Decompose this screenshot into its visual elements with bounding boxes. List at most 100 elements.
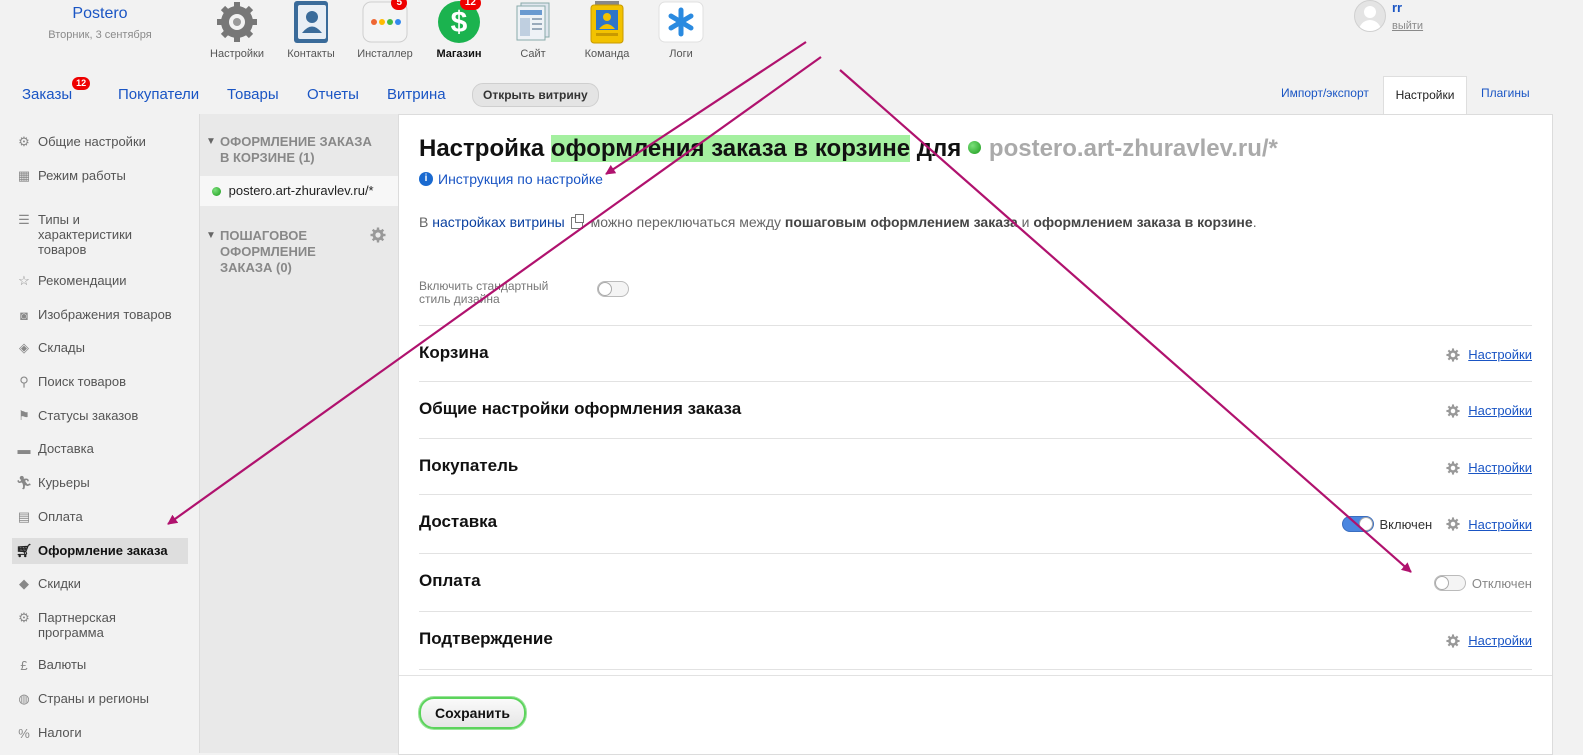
orders-badge: 12: [72, 77, 91, 90]
shop-badge: 12: [459, 0, 481, 10]
gear-icon: [1446, 633, 1460, 648]
truck-icon: ▬: [17, 441, 31, 457]
user-name[interactable]: rr: [1392, 0, 1423, 15]
status-dot-icon: [967, 141, 981, 155]
app-team[interactable]: Команда: [570, 0, 644, 60]
user-menu: rr выйти: [1354, 0, 1423, 32]
site-item-label: postero.art-zhuravlev.ru/*: [228, 183, 374, 198]
group-cart-checkout[interactable]: ▼ ОФОРМЛЕНИЕ ЗАКАЗА В КОРЗИНЕ (1): [206, 134, 380, 166]
sidebar-item-label: Рекомендации: [38, 273, 127, 288]
courier-icon: 🏃︎: [15, 475, 33, 490]
status-dot-icon: [212, 187, 221, 197]
sidebar-item-schedule[interactable]: ▦ Режим работы: [16, 168, 188, 184]
sidebar-item-affiliate[interactable]: ⚙ Партнерская программа: [16, 610, 188, 640]
settings-sidebar: ⚙ Общие настройки ▦ Режим работы ☰ Типы и х…: [0, 114, 198, 753]
page-title: Настройка оформления заказа в корзине дл…: [419, 135, 1278, 163]
nav-products[interactable]: Товары: [227, 86, 279, 103]
logout-link[interactable]: выйти: [1392, 20, 1423, 32]
sidebar-item-order-statuses[interactable]: ⚑ Статусы заказов: [16, 408, 188, 424]
logs-icon: [657, 0, 705, 44]
section-settings-link[interactable]: Настройки: [1468, 403, 1532, 418]
money-icon: ▤: [17, 509, 31, 524]
app-settings[interactable]: Настройки: [200, 0, 274, 60]
settings-panel: Настройка оформления заказа в корзине дл…: [398, 114, 1553, 755]
group-step-checkout-label: ПОШАГОВОЕ ОФОРМЛЕНИЕ ЗАКАЗА (0): [220, 228, 316, 275]
sidebar-item-regions[interactable]: ◍ Страны и регионы: [16, 691, 188, 707]
app-site[interactable]: Сайт: [496, 0, 570, 60]
installer-icon: 5: [361, 0, 409, 44]
sidebar-item-recommendations[interactable]: ☆ Рекомендации: [16, 273, 188, 289]
nav-storefront[interactable]: Витрина: [387, 86, 446, 103]
shop-icon: $ 12: [435, 0, 483, 44]
sidebar-item-types[interactable]: ☰ Типы и характеристики товаров: [16, 212, 188, 257]
sidebar-item-general[interactable]: ⚙ Общие настройки: [16, 134, 188, 150]
sidebar-item-couriers[interactable]: 🏃︎ Курьеры: [16, 475, 188, 491]
sidebar-item-taxes[interactable]: % Налоги: [16, 725, 188, 741]
gear-icon[interactable]: [370, 227, 386, 243]
tab-plugins[interactable]: Плагины: [1481, 86, 1530, 100]
sidebar-item-label: Доставка: [38, 441, 94, 456]
top-app-bar: Postero Вторник, 3 сентября Настройки Ко…: [0, 0, 1583, 70]
sidebar-item-currencies[interactable]: £ Валюты: [16, 657, 188, 673]
app-contacts[interactable]: Контакты: [274, 0, 348, 60]
gear-icon: [1446, 517, 1460, 531]
sidebar-item-label: Партнерская программа: [38, 610, 116, 640]
section-settings-link[interactable]: Настройки: [1468, 460, 1532, 475]
nav-reports[interactable]: Отчеты: [307, 86, 359, 103]
site-item[interactable]: postero.art-zhuravlev.ru/*: [200, 176, 398, 206]
sidebar-item-shipping[interactable]: ▬ Доставка: [16, 441, 188, 457]
sidebar-item-stocks[interactable]: ◈ Склады: [16, 340, 188, 356]
guide-link[interactable]: i Инструкция по настройке: [419, 171, 603, 187]
open-storefront-button[interactable]: Открыть витрину: [472, 83, 599, 107]
external-link-icon: [570, 214, 584, 230]
site-icon: [509, 0, 557, 44]
app-installer[interactable]: 5 Инсталлер: [348, 0, 422, 60]
guide-link-label: Инструкция по настройке: [438, 171, 603, 187]
section-settings-link[interactable]: Настройки: [1468, 347, 1532, 362]
title-highlight: оформления заказа в корзине: [550, 135, 911, 162]
app-label: Инсталлер: [357, 48, 413, 60]
sidebar-item-search[interactable]: ⚲ Поиск товаров: [16, 374, 188, 390]
group-step-checkout[interactable]: ▼ ПОШАГОВОЕ ОФОРМЛЕНИЕ ЗАКАЗА (0): [206, 228, 340, 276]
app-logs[interactable]: Логи: [644, 0, 718, 60]
std-style-toggle[interactable]: [597, 281, 629, 297]
sidebar-item-payment[interactable]: ▤ Оплата: [16, 509, 188, 525]
desc-middle: можно переключаться между: [586, 214, 785, 230]
nav-customers[interactable]: Покупатели: [118, 86, 199, 103]
payment-state: Отключен: [1471, 575, 1532, 591]
section-payment: Оплата Отключен: [419, 553, 1532, 612]
camera-icon: ◙: [20, 307, 28, 323]
sidebar-item-label: Поиск товаров: [38, 374, 127, 389]
sidebar-item-label: Оплата: [38, 509, 83, 524]
storefront-settings-link[interactable]: настройках витрины: [432, 214, 565, 230]
sidebar-item-checkout[interactable]: 🛒︎ Оформление заказа: [12, 538, 188, 564]
nav-orders[interactable]: Заказы 12: [22, 77, 91, 103]
section-confirmation: Подтверждение Настройки: [419, 611, 1532, 670]
tab-import-export[interactable]: Импорт/экспорт: [1281, 86, 1369, 100]
calendar-icon: ▦: [17, 168, 31, 183]
globe-icon: ◍: [18, 691, 30, 706]
sidebar-item-label: Налоги: [38, 725, 82, 740]
section-cart: Корзина Настройки: [419, 325, 1532, 382]
desc-end: .: [1252, 214, 1257, 230]
save-button[interactable]: Сохранить: [419, 697, 526, 729]
section-divider: [419, 669, 1532, 670]
avatar[interactable]: [1354, 0, 1386, 32]
section-customer: Покупатель Настройки: [419, 438, 1532, 495]
app-shop[interactable]: $ 12 Магазин: [422, 0, 496, 60]
section-title: Доставка: [419, 512, 498, 531]
sidebar-item-label: Режим работы: [38, 168, 126, 183]
contacts-icon: [287, 0, 335, 44]
payment-toggle[interactable]: [1433, 575, 1466, 591]
section-settings-link[interactable]: Настройки: [1468, 517, 1532, 532]
desc-cart-checkout: оформлением заказа в корзине: [1033, 214, 1253, 230]
sidebar-item-images[interactable]: ◙ Изображения товаров: [16, 307, 188, 323]
section-settings-link[interactable]: Настройки: [1468, 633, 1532, 648]
sidebar-item-discounts[interactable]: ◆ Скидки: [16, 576, 188, 592]
sidebar-item-label: Типы и характеристики товаров: [38, 212, 133, 257]
tab-settings[interactable]: Настройки: [1383, 76, 1467, 115]
footer-divider: [399, 675, 1552, 676]
brand-name[interactable]: Postero: [40, 5, 160, 23]
shipping-toggle[interactable]: [1341, 516, 1374, 532]
sidebar-item-label: Оформление заказа: [38, 543, 168, 558]
